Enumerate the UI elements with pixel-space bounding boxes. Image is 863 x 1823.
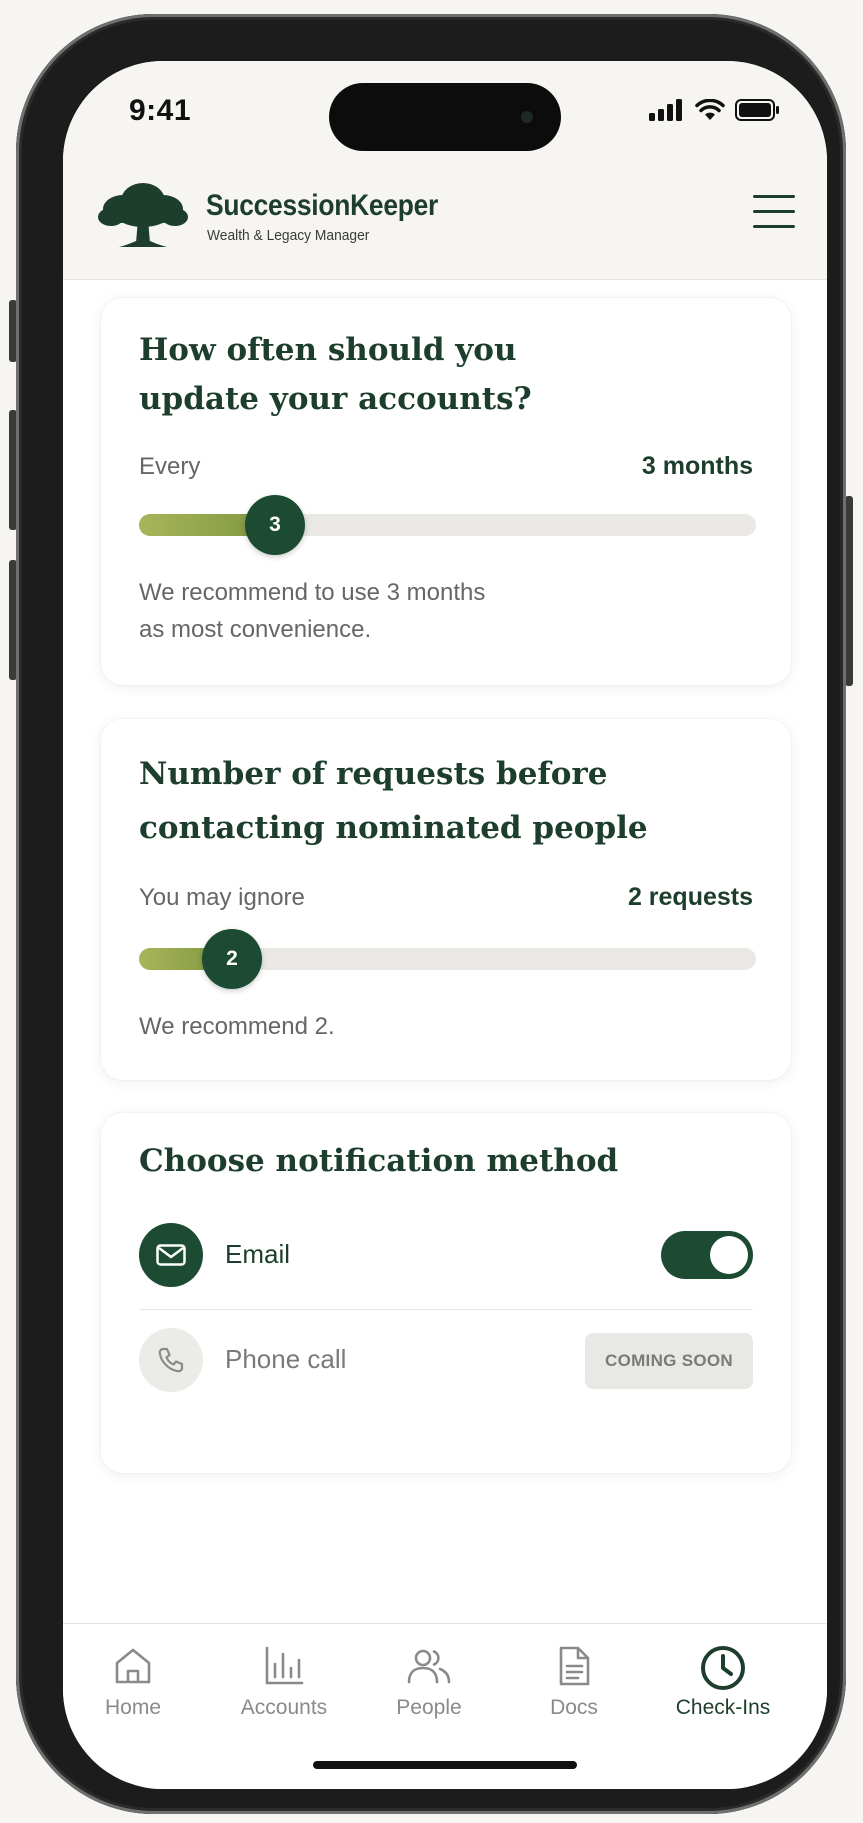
clock-icon: [701, 1646, 745, 1690]
brand-name: SuccessionKeeper: [206, 189, 439, 222]
request-count-slider[interactable]: 2: [139, 929, 756, 989]
tab-accounts[interactable]: Accounts: [208, 1624, 360, 1734]
dynamic-island: [329, 83, 561, 151]
camera-icon: [521, 111, 533, 123]
coming-soon-badge: COMING SOON: [585, 1333, 753, 1389]
frequency-slider[interactable]: 3: [139, 495, 756, 555]
phone-option-label: Phone call: [225, 1344, 347, 1374]
request-count-value: 2 requests: [627, 883, 753, 911]
people-icon: [407, 1649, 451, 1684]
signal-icon: [649, 99, 682, 121]
home-indicator[interactable]: [313, 1761, 577, 1769]
email-option-label: Email: [225, 1239, 291, 1269]
tab-label: Check-Ins: [675, 1696, 771, 1719]
phone-frame: 9:41 SuccessionKeeper Wealth & Legacy Ma…: [16, 14, 846, 1814]
slider-thumb[interactable]: 3: [245, 495, 305, 555]
tab-label: People: [396, 1696, 462, 1719]
frequency-value: 3 months: [641, 452, 753, 480]
update-frequency-card: How often should you update your account…: [101, 298, 791, 685]
hint-line: as most convenience.: [139, 616, 372, 643]
email-toggle[interactable]: [661, 1231, 753, 1279]
divider: [139, 1309, 753, 1310]
tab-label: Accounts: [240, 1696, 328, 1719]
screen: 9:41 SuccessionKeeper Wealth & Legacy Ma…: [63, 61, 827, 1789]
slider-thumb[interactable]: 2: [202, 929, 262, 989]
status-icons: [649, 99, 781, 121]
notification-method-card: Choose notification method Email Phone c…: [101, 1113, 791, 1473]
document-icon: [559, 1646, 590, 1686]
frequency-label: Every: [139, 453, 201, 480]
home-icon: [115, 1648, 151, 1684]
phone-icon: [139, 1328, 203, 1392]
wifi-icon: [695, 99, 725, 120]
tab-people[interactable]: People: [353, 1624, 505, 1734]
hint-line: We recommend to use 3 months: [139, 579, 486, 606]
tab-docs[interactable]: Docs: [498, 1624, 650, 1734]
request-count-title: Number of requests before contacting nom…: [139, 747, 648, 855]
power-button: [845, 496, 853, 686]
request-count-card: Number of requests before contacting nom…: [101, 719, 791, 1080]
brand-tagline: Wealth & Legacy Manager: [207, 227, 370, 244]
toggle-knob: [710, 1236, 748, 1274]
mail-icon: [139, 1223, 203, 1287]
hamburger-menu-icon[interactable]: [753, 195, 795, 229]
status-time: 9:41: [129, 94, 192, 127]
oak-tree-icon: [97, 179, 189, 256]
title-line: contacting nominated people: [139, 810, 648, 846]
tab-label: Docs: [550, 1696, 598, 1719]
battery-icon: [735, 99, 779, 121]
tab-label: Home: [104, 1696, 162, 1719]
title-line: Number of requests before: [139, 756, 608, 792]
title-line: How often should you: [139, 332, 517, 368]
ignore-label: You may ignore: [139, 884, 305, 911]
tab-check-ins[interactable]: Check-Ins: [647, 1624, 799, 1734]
request-count-hint: We recommend 2.: [139, 1013, 335, 1040]
title-line: update your accounts?: [139, 381, 532, 417]
bar-chart-icon: [265, 1646, 304, 1685]
update-frequency-title: How often should you update your account…: [139, 326, 532, 424]
tab-home[interactable]: Home: [63, 1624, 209, 1734]
notification-title: Choose notification method: [139, 1143, 619, 1179]
frequency-hint: We recommend to use 3 months as most con…: [139, 574, 485, 648]
